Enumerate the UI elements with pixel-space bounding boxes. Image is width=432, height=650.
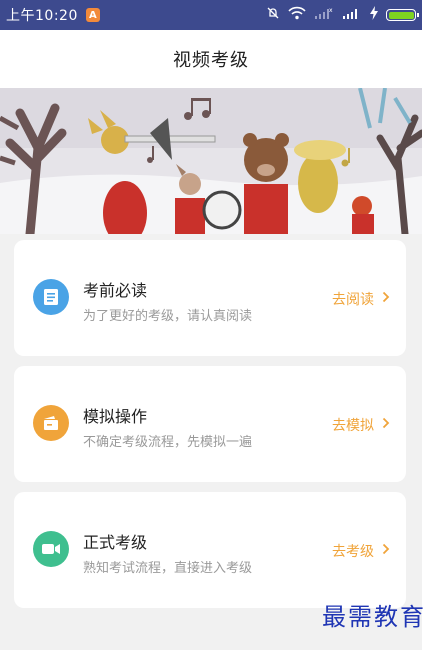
action-label: 去模拟	[332, 418, 374, 434]
content-area: 考前必读 为了更好的考级，请认真阅读 去阅读 模拟操作 不确定考级流程，先模拟一…	[0, 234, 422, 650]
card-mock-exam[interactable]: 模拟操作 不确定考级流程，先模拟一遍 去模拟	[14, 366, 406, 482]
document-icon	[33, 279, 69, 315]
card-subtitle: 为了更好的考级，请认真阅读	[83, 309, 253, 324]
go-read-button[interactable]: 去阅读	[332, 289, 390, 309]
svg-text:x: x	[329, 7, 333, 14]
signal-icon: x	[314, 6, 334, 24]
action-label: 去考级	[332, 544, 374, 560]
card-title: 模拟操作	[83, 407, 148, 426]
card-title: 考前必读	[83, 281, 148, 300]
status-icons: x	[266, 6, 419, 24]
card-subtitle: 熟知考试流程，直接进入考级	[83, 561, 253, 576]
simulation-icon	[33, 405, 69, 441]
chevron-right-icon	[382, 417, 390, 433]
go-simulate-button[interactable]: 去模拟	[332, 415, 390, 435]
go-exam-button[interactable]: 去考级	[332, 541, 390, 561]
battery-icon	[386, 9, 419, 21]
card-title: 正式考级	[83, 533, 148, 552]
video-camera-icon	[33, 531, 69, 567]
signal-icon	[342, 6, 362, 24]
chevron-right-icon	[382, 291, 390, 307]
wifi-icon	[288, 6, 306, 24]
title-bar: 视频考级	[0, 30, 422, 89]
mute-icon	[266, 6, 280, 24]
app-notification-icon: A	[85, 8, 100, 22]
chevron-right-icon	[382, 543, 390, 559]
page-title: 视频考级	[173, 50, 249, 71]
status-bar: 上午10:20 A x	[0, 0, 422, 30]
charging-icon	[370, 6, 378, 24]
card-read-before-exam[interactable]: 考前必读 为了更好的考级，请认真阅读 去阅读	[14, 240, 406, 356]
card-formal-exam[interactable]: 正式考级 熟知考试流程，直接进入考级 去考级	[14, 492, 406, 608]
status-time: 上午10:20	[6, 8, 78, 24]
screen: 上午10:20 A x 视频考级 考前必读 为了更好的考级，请认真阅读 去阅读 …	[0, 0, 432, 650]
banner-image	[0, 88, 422, 234]
action-label: 去阅读	[332, 292, 374, 308]
card-subtitle: 不确定考级流程，先模拟一遍	[83, 435, 253, 450]
watermark: 最需教育	[322, 603, 426, 631]
